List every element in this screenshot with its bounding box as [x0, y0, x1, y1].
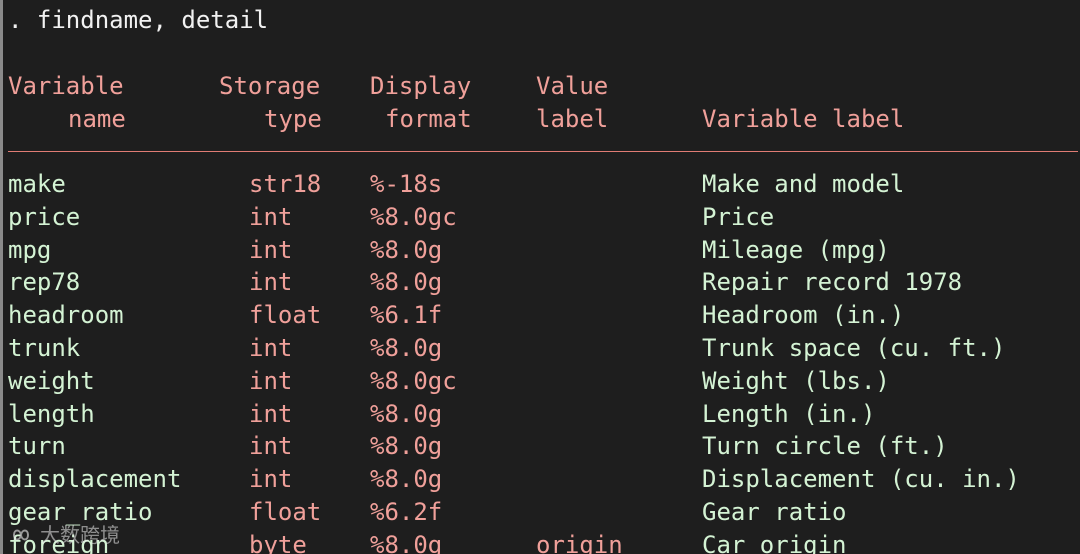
variable-label-cell: Turn circle (ft.) [702, 432, 948, 461]
variable-name-cell: displacement [8, 465, 182, 494]
variable-name-cell: turn [8, 432, 66, 461]
storage-type-cell: int [249, 268, 293, 297]
variable-label-cell: Gear ratio [702, 498, 847, 526]
header-display-format-line2: format [385, 105, 472, 133]
storage-type-cell: int [249, 334, 293, 362]
table-row: weight int %8.0gc Weight (lbs.) [0, 365, 1080, 398]
display-format-cell: %8.0g [370, 268, 443, 297]
table-row: length int %8.0g Length (in.) [0, 398, 1080, 431]
display-format-cell: %8.0g [370, 432, 443, 461]
header-variable-name-line2: name [68, 105, 126, 133]
variable-label-cell: Mileage (mpg) [702, 235, 890, 264]
variable-name-cell: headroom [8, 301, 124, 330]
header-display-format-line1: Display [370, 72, 472, 100]
storage-type-cell: int [249, 235, 293, 264]
storage-type-cell: float [249, 301, 322, 330]
table-row: trunk int %8.0g Trunk space (cu. ft.) [0, 332, 1080, 365]
variable-name-cell: price [8, 202, 81, 231]
command-line: . findname, detail [8, 6, 269, 34]
display-format-cell: %8.0g [370, 235, 443, 264]
display-format-cell: %8.0g [370, 334, 443, 362]
header-value-label-line1: Value [536, 72, 609, 100]
variable-label-cell: Trunk space (cu. ft.) [702, 334, 1006, 362]
table-row: mpg int %8.0g Mileage (mpg) [0, 234, 1080, 267]
display-format-cell: %8.0gc [370, 366, 457, 395]
header-variable-name-line1: Variable [8, 72, 124, 100]
display-format-cell: %8.0g [370, 465, 443, 494]
stata-results-window: . findname, detail Variable name Storage… [0, 0, 1080, 554]
variable-name-cell: weight [8, 366, 95, 395]
variable-label-cell: Price [702, 202, 775, 231]
display-format-cell: %8.0gc [370, 202, 457, 231]
storage-type-cell: int [249, 465, 293, 494]
display-format-cell: %6.2f [370, 498, 443, 526]
storage-type-cell: int [249, 399, 293, 428]
header-storage-type-line1: Storage [219, 72, 321, 100]
storage-type-cell: byte [249, 530, 307, 554]
variable-label-cell: Headroom (in.) [702, 301, 905, 330]
variable-name-cell: length [8, 399, 95, 428]
header-storage-type-line2: type [264, 105, 322, 133]
variable-label-cell: Displacement (cu. in.) [702, 465, 1020, 494]
variable-name-cell: trunk [8, 334, 81, 362]
variable-label-cell: Repair record 1978 [702, 268, 963, 297]
storage-type-cell: int [249, 202, 293, 231]
header-variable-label: Variable label [702, 105, 905, 133]
header-value-label-line2: label [536, 105, 609, 133]
display-format-cell: %-18s [370, 170, 443, 198]
variable-name-cell: foreign [8, 530, 110, 554]
variable-label-cell: Make and model [702, 170, 905, 198]
variable-label-cell: Weight (lbs.) [702, 366, 890, 395]
header-divider [8, 151, 1078, 152]
storage-type-cell: int [249, 432, 293, 461]
variable-label-cell: Car origin [702, 530, 847, 554]
variable-name-cell: mpg [8, 235, 52, 264]
storage-type-cell: int [249, 366, 293, 395]
table-row: price int %8.0gc Price [0, 201, 1080, 234]
storage-type-cell: str18 [249, 170, 322, 198]
table-row: make str18 %-18s Make and model [0, 168, 1080, 201]
variable-name-cell: rep78 [8, 268, 81, 297]
display-format-cell: %6.1f [370, 301, 443, 330]
table-row: rep78 int %8.0g Repair record 1978 [0, 266, 1080, 299]
table-row: gear_ratio float %6.2f Gear ratio [0, 496, 1080, 529]
variable-label-cell: Length (in.) [702, 399, 876, 428]
table-row: displacement int %8.0g Displacement (cu. in… [0, 463, 1080, 496]
display-format-cell: %8.0g [370, 530, 443, 554]
variable-name-cell: make [8, 170, 66, 198]
table-row: headroom float %6.1f Headroom (in.) [0, 299, 1080, 332]
variable-name-cell: gear_ratio [8, 498, 153, 526]
display-format-cell: %8.0g [370, 399, 443, 428]
value-label-cell: origin [536, 530, 623, 554]
storage-type-cell: float [249, 498, 322, 526]
table-row: turn int %8.0g Turn circle (ft.) [0, 430, 1080, 463]
table-row: foreign byte %8.0g origin Car origin [0, 529, 1080, 554]
